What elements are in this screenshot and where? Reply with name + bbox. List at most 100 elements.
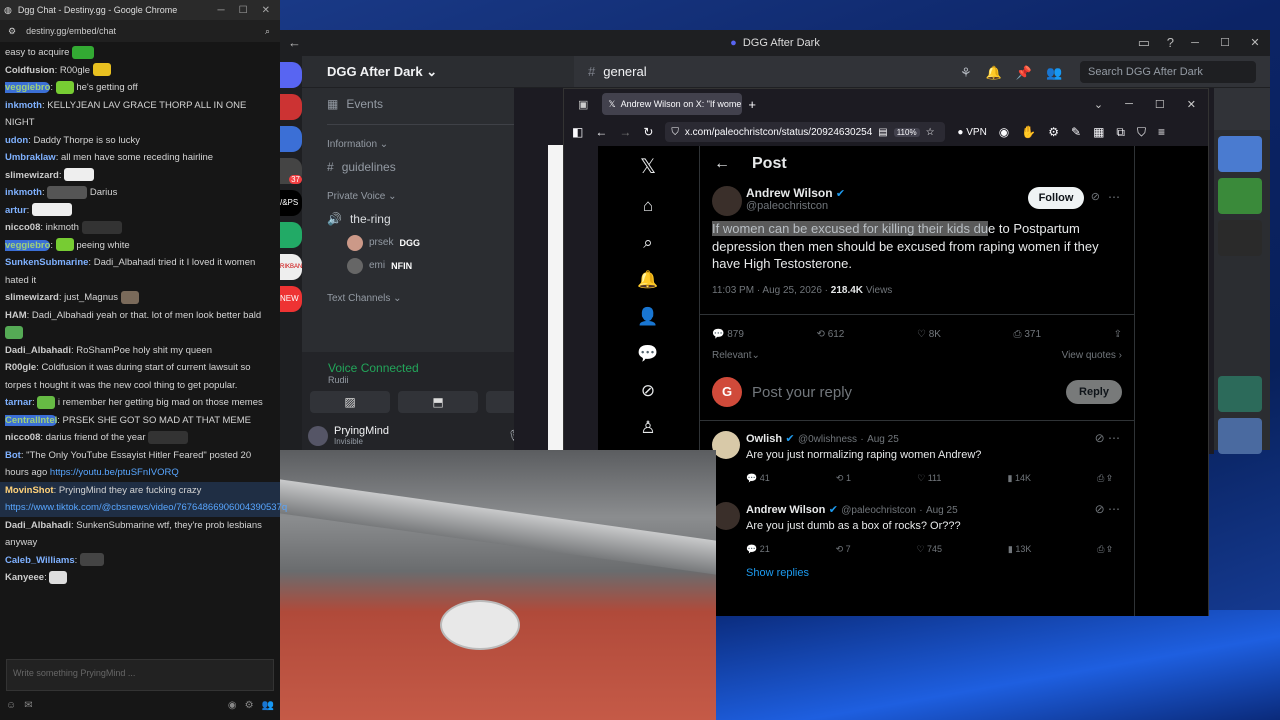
minimize-button[interactable]: ─	[218, 5, 225, 16]
reply-author[interactable]: Andrew Wilson	[746, 504, 825, 516]
sidebar-icon[interactable]: ◧	[572, 125, 583, 139]
messages-icon[interactable]: 💬	[637, 344, 658, 364]
reply-input[interactable]: Post your reply	[752, 384, 1056, 401]
search-input[interactable]: Search DGG After Dark	[1080, 61, 1256, 83]
url-bar[interactable]: ⛉ x.com/paleochristcon/status/2092463025…	[665, 122, 946, 142]
screen-share-button[interactable]: ⬒	[398, 391, 478, 413]
message-user[interactable]: inkmoth	[5, 100, 42, 111]
tab-x-post[interactable]: 𝕏Andrew Wilson on X: "If women✕	[602, 93, 743, 115]
post-time[interactable]: 11:03 PM · Aug 25, 2026 ·	[712, 285, 831, 296]
reply-item[interactable]: Owlish ✔ @0wlishness · Aug 25 ⊘ ⋯ Are you…	[700, 421, 1134, 492]
more-options-icon[interactable]: ⊘ ⋯	[1095, 431, 1120, 445]
share-icon[interactable]: ⇪	[1114, 329, 1122, 340]
threads-icon[interactable]: ⚘	[960, 65, 972, 81]
bookmark-icon[interactable]: ⎙ ⇪	[1097, 544, 1112, 555]
message-user[interactable]: Bot	[5, 450, 21, 461]
notifications-icon[interactable]: 🔔	[637, 270, 658, 290]
chat-address-bar[interactable]: ⚙ destiny.gg/embed/chat ⌕	[0, 20, 280, 42]
search-icon[interactable]: ⌕	[643, 233, 653, 253]
whispers-icon[interactable]: ✉	[24, 700, 32, 711]
sort-relevant[interactable]: Relevant⌄	[712, 350, 760, 361]
bookmark-star-icon[interactable]: ☆	[926, 127, 935, 138]
message-user[interactable]: Kanyeee	[5, 572, 44, 583]
thumbnail[interactable]	[1218, 178, 1262, 214]
message-user[interactable]: artur	[5, 205, 27, 216]
site-settings-icon[interactable]: ⚙	[8, 26, 16, 37]
like-action[interactable]: ♡ 745	[916, 544, 942, 555]
views-action[interactable]: ▮ 13K	[1008, 544, 1031, 555]
message-user[interactable]: veggiebro	[5, 239, 51, 251]
server-icon[interactable]: NEW	[280, 286, 302, 312]
reply-item[interactable]: Andrew Wilson ✔ @paleochristcon · Aug 25…	[700, 492, 1134, 563]
tab-list-icon[interactable]: ▣	[570, 98, 596, 111]
message-user[interactable]: slimewizard	[5, 170, 59, 181]
avatar[interactable]	[712, 501, 740, 530]
message-user[interactable]: Dadi_Albahadi	[5, 520, 71, 531]
message-user[interactable]: tarnar	[5, 397, 32, 408]
close-button[interactable]: ✕	[262, 5, 270, 16]
reply-action[interactable]: 💬 879	[712, 329, 744, 340]
pin-icon[interactable]: 📌	[1016, 65, 1032, 81]
message-user[interactable]: Dadi_Albahadi	[5, 345, 71, 356]
message-user[interactable]: Caleb_Williams	[5, 555, 75, 566]
chat-input[interactable]: Write something PryingMind ...	[6, 659, 274, 691]
bell-icon[interactable]: 🔔	[986, 65, 1002, 81]
server-icon[interactable]	[280, 94, 302, 120]
extension-icon[interactable]: ⚙	[1048, 125, 1059, 139]
extension-icon[interactable]: ▦	[1093, 125, 1104, 139]
reply-action[interactable]: 💬 41	[746, 473, 770, 484]
reader-icon[interactable]: ▤	[878, 127, 887, 138]
users-icon[interactable]: 👥	[262, 700, 274, 711]
grok-icon[interactable]: ⊘	[1091, 190, 1100, 203]
message-user[interactable]: Umbraklaw	[5, 152, 56, 163]
home-icon[interactable]: ⌂	[643, 196, 653, 216]
thumbnail[interactable]	[1218, 418, 1262, 454]
thumbnail[interactable]	[1218, 136, 1262, 172]
members-icon[interactable]: 👥	[1046, 65, 1062, 81]
vpn-button[interactable]: ● VPN	[957, 127, 986, 138]
tab-overflow-icon[interactable]: ⌄	[1094, 98, 1103, 111]
back-icon[interactable]: ←	[595, 125, 607, 139]
minimize-button[interactable]: ─	[1125, 98, 1133, 111]
author-name[interactable]: Andrew Wilson	[746, 186, 833, 200]
forward-icon[interactable]: →	[619, 125, 631, 139]
message-user[interactable]: CentralIntel	[5, 414, 58, 426]
maximize-button[interactable]: ☐	[1155, 98, 1165, 111]
back-arrow-icon[interactable]: ←	[288, 35, 301, 50]
message-link[interactable]: https://www.tiktok.com/@cbsnews/video/76…	[5, 502, 287, 513]
server-icon[interactable]: /&PS	[280, 190, 302, 216]
menu-icon[interactable]: ≡	[1158, 125, 1165, 139]
extension-icon[interactable]: ◉	[999, 125, 1009, 139]
avatar[interactable]	[712, 186, 742, 216]
back-arrow-icon[interactable]: ←	[714, 155, 730, 173]
view-quotes-link[interactable]: View quotes ›	[1062, 350, 1122, 361]
close-button[interactable]: ✕	[1240, 30, 1270, 56]
eye-icon[interactable]: ◉	[228, 700, 237, 711]
follow-icon[interactable]: 👤	[637, 307, 658, 327]
message-link[interactable]: https://youtu.be/ptuSFnIVORQ	[50, 467, 179, 478]
message-user[interactable]: Coldfusion	[5, 65, 55, 76]
message-user[interactable]: slimewizard	[5, 292, 59, 303]
reply-author[interactable]: Owlish	[746, 433, 782, 445]
message-user[interactable]: SunkenSubmarine	[5, 257, 88, 268]
camera-off-button[interactable]: ▨	[310, 391, 390, 413]
message-user[interactable]: R00gle	[5, 362, 36, 373]
repost-action[interactable]: ⟲ 7	[836, 544, 851, 555]
more-options-icon[interactable]: ⋯	[1108, 190, 1120, 204]
thumbnail[interactable]	[1218, 376, 1262, 412]
zoom-level[interactable]: 110%	[893, 127, 920, 137]
server-icon[interactable]	[280, 126, 302, 152]
more-options-icon[interactable]: ⊘ ⋯	[1095, 502, 1120, 516]
like-action[interactable]: ♡ 8K	[917, 329, 941, 340]
repost-action[interactable]: ⟲ 612	[817, 329, 845, 340]
shield-icon[interactable]: ⛉	[1137, 125, 1146, 140]
discord-home-icon[interactable]	[280, 62, 302, 88]
settings-icon[interactable]: ⚙	[245, 700, 254, 711]
show-replies-link[interactable]: Show replies	[700, 563, 1134, 583]
repost-action[interactable]: ⟲ 1	[836, 473, 851, 484]
inbox-icon[interactable]: ▭	[1138, 35, 1150, 51]
help-icon[interactable]: ?	[1167, 35, 1174, 50]
x-logo-icon[interactable]: 𝕏	[640, 154, 656, 179]
maximize-button[interactable]: ☐	[1210, 30, 1240, 56]
avatar[interactable]	[308, 425, 328, 446]
